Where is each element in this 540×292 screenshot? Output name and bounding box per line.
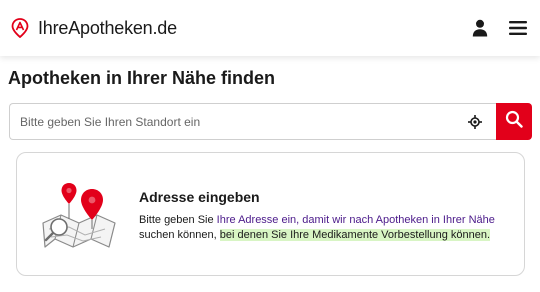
header-actions (454, 16, 530, 40)
brand-name: IhreApotheken.de (38, 17, 177, 38)
crosshair-location-icon[interactable] (466, 113, 484, 131)
search-field-wrapper (9, 103, 496, 140)
info-text-intro: Bitte geben Sie (139, 214, 217, 226)
user-icon[interactable] (468, 16, 492, 40)
search-icon (505, 110, 523, 133)
map-pins-illustration (39, 177, 119, 253)
info-text-highlight-address: Ihre Adresse ein, damit wir nach Apothek… (216, 214, 495, 226)
info-card-body: Adresse eingeben Bitte geben Sie Ihre Ad… (139, 189, 514, 243)
location-input[interactable] (20, 114, 466, 129)
pharmacy-pin-logo-icon (10, 18, 30, 38)
page-title: Apotheken in Ihrer Nähe finden (8, 68, 276, 88)
location-search (9, 103, 532, 140)
info-text-highlight-preorder: bei denen Sie Ihre Medikamente Vorbestel… (219, 229, 491, 241)
search-button[interactable] (496, 103, 532, 140)
brand-logo[interactable]: IhreApotheken.de (10, 18, 177, 39)
info-text-middle: suchen können, (139, 229, 220, 241)
site-header: IhreApotheken.de (0, 0, 540, 56)
info-card: Adresse eingeben Bitte geben Sie Ihre Ad… (16, 152, 525, 276)
info-card-text: Bitte geben Sie Ihre Adresse ein, damit … (139, 213, 514, 243)
hamburger-menu-icon[interactable] (506, 16, 530, 40)
info-card-title: Adresse eingeben (139, 189, 260, 205)
